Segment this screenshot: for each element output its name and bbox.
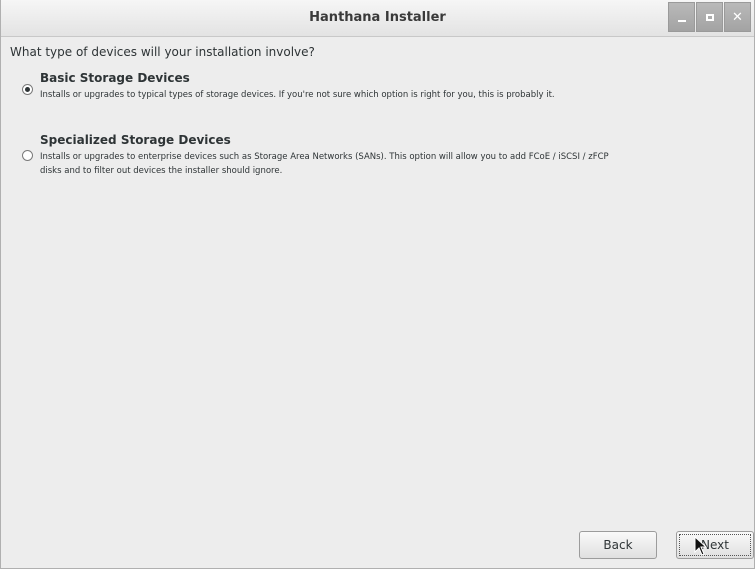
option-description: Installs or upgrades to enterprise devic… — [40, 152, 609, 176]
minimize-icon[interactable] — [668, 2, 695, 32]
radio-specialized-storage[interactable] — [22, 150, 33, 161]
title-bar[interactable]: Hanthana Installer ✕ — [1, 0, 754, 37]
option-title: Basic Storage Devices — [40, 71, 190, 85]
question-label: What type of devices will your installat… — [10, 45, 315, 59]
option-description: Installs or upgrades to typical types of… — [40, 90, 555, 100]
back-button[interactable]: Back — [579, 531, 657, 559]
next-button[interactable]: Next — [676, 531, 754, 559]
maximize-icon[interactable] — [696, 2, 723, 32]
radio-basic-storage[interactable] — [22, 84, 33, 95]
option-title: Specialized Storage Devices — [40, 133, 231, 147]
window-controls: ✕ — [668, 2, 751, 32]
close-icon[interactable]: ✕ — [724, 2, 751, 32]
installer-window: Hanthana Installer ✕ What type of device… — [0, 0, 755, 569]
window-title: Hanthana Installer — [309, 10, 446, 25]
